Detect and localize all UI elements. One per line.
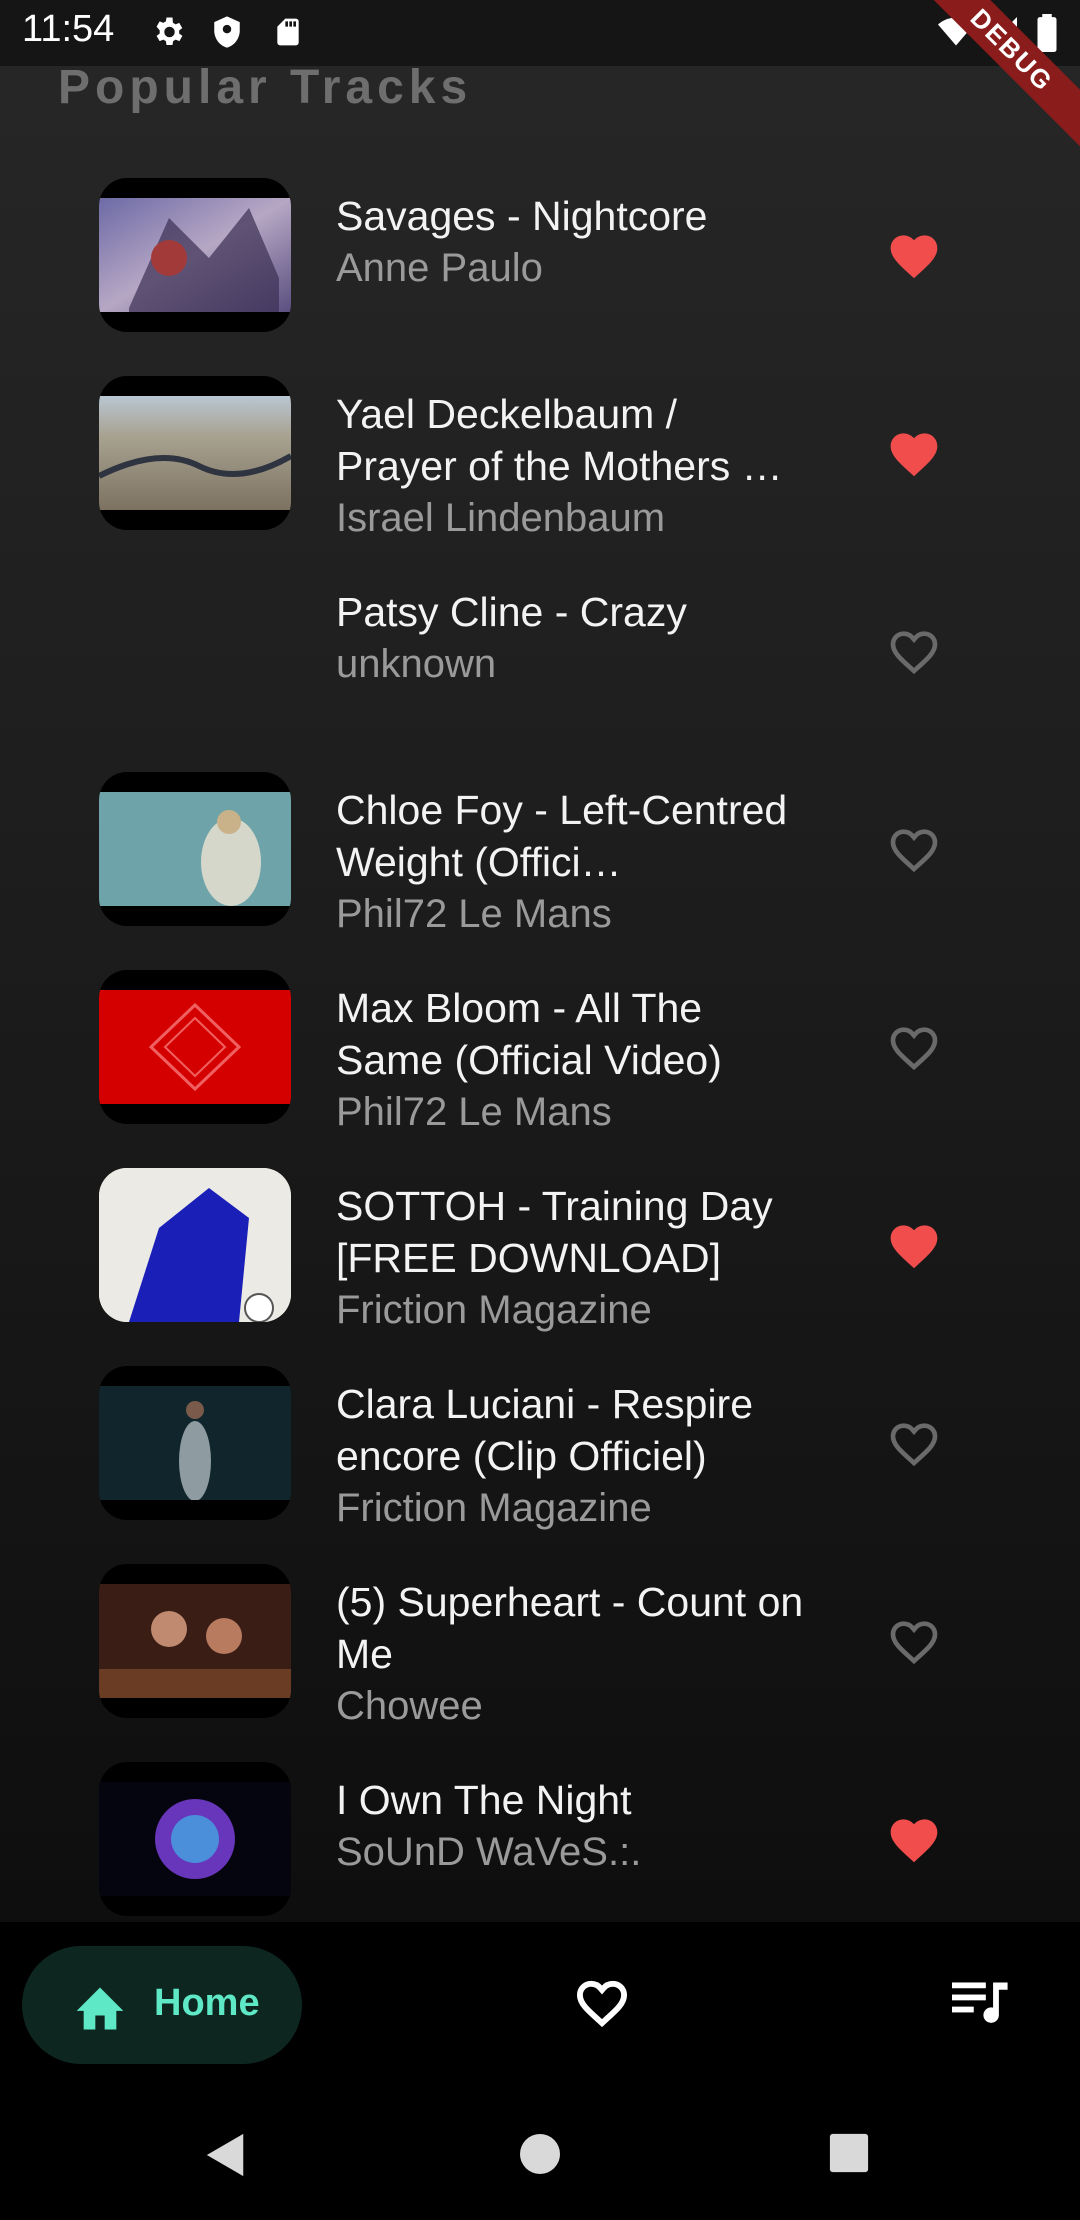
favorite-heart-outline-icon[interactable] — [886, 822, 942, 874]
recents-square-icon[interactable] — [828, 2132, 870, 2174]
home-icon — [76, 1987, 124, 2030]
favorite-heart-icon[interactable] — [886, 1218, 942, 1270]
track-thumbnail — [99, 574, 291, 728]
track-row[interactable]: I Own The Night SoUnD WaVeS.:. — [0, 1752, 1080, 1950]
queue-music-icon[interactable] — [952, 1980, 1010, 2026]
track-thumbnail — [99, 1366, 291, 1520]
sd-card-icon — [277, 18, 299, 46]
track-artist: Israel Lindenbaum — [336, 496, 666, 540]
track-row[interactable]: SOTTOH - Training Day [FREE DOWNLOAD] Fr… — [0, 1158, 1080, 1356]
favorite-heart-outline-icon[interactable] — [886, 1020, 942, 1072]
track-row[interactable]: Clara Luciani - Respire encore (Clip Off… — [0, 1356, 1080, 1554]
album-art-image — [99, 792, 291, 906]
track-artist: Phil72 Le Mans — [336, 1090, 612, 1134]
track-title: Yael Deckelbaum / Prayer of the Mothers … — [336, 391, 783, 489]
nav-home-label: Home — [154, 1982, 260, 2024]
track-thumbnail — [99, 970, 291, 1124]
track-row[interactable]: Yael Deckelbaum / Prayer of the Mothers … — [0, 366, 1080, 564]
gear-icon — [156, 17, 183, 46]
album-art-image — [99, 396, 291, 510]
favorite-heart-outline-icon[interactable] — [886, 1416, 942, 1468]
track-row[interactable]: Max Bloom - All The Same (Official Video… — [0, 960, 1080, 1158]
track-title: Clara Luciani - Respire encore (Clip Off… — [336, 1381, 754, 1479]
track-thumbnail — [99, 178, 291, 332]
back-icon[interactable] — [204, 2132, 248, 2178]
bottom-nav-bar: Home — [0, 1922, 1080, 2078]
section-title: Popular Tracks — [58, 61, 473, 114]
album-art-image — [99, 198, 291, 312]
album-art-image — [99, 1584, 291, 1698]
album-art-image — [99, 1386, 291, 1500]
track-artist: Anne Paulo — [336, 246, 543, 290]
track-row[interactable]: Chloe Foy - Left-Centred Weight (Offici…… — [0, 762, 1080, 960]
track-title: SOTTOH - Training Day [FREE DOWNLOAD] — [336, 1183, 773, 1281]
track-list[interactable]: Savages - Nightcore Anne Paulo Yael Deck… — [0, 168, 1080, 1950]
favorites-heart-icon[interactable] — [572, 1974, 632, 2028]
track-row[interactable]: (5) Superheart - Count on Me Chowee — [0, 1554, 1080, 1752]
track-artist: SoUnD WaVeS.:. — [336, 1830, 642, 1874]
track-title: Chloe Foy - Left-Centred Weight (Offici… — [336, 787, 788, 885]
track-thumbnail — [99, 772, 291, 926]
home-circle-icon[interactable] — [518, 2132, 562, 2176]
track-artist: Friction Magazine — [336, 1288, 652, 1332]
status-bar: 11:54 DEBUG — [0, 0, 1080, 157]
track-thumbnail — [99, 376, 291, 530]
status-time: 11:54 — [22, 8, 115, 50]
nav-home-button[interactable]: Home — [22, 1946, 302, 2064]
track-artist: Chowee — [336, 1684, 483, 1728]
track-artist: Phil72 Le Mans — [336, 892, 612, 936]
favorite-heart-icon[interactable] — [886, 426, 942, 478]
album-art-image — [99, 1782, 291, 1896]
favorite-heart-icon[interactable] — [886, 1812, 942, 1864]
favorite-heart-outline-icon[interactable] — [886, 1614, 942, 1666]
system-nav-bar — [0, 2078, 1080, 2220]
shield-icon — [214, 16, 240, 48]
track-row[interactable]: Patsy Cline - Crazy unknown — [0, 564, 1080, 762]
track-row[interactable]: Savages - Nightcore Anne Paulo — [0, 168, 1080, 366]
album-art-image — [99, 1168, 291, 1322]
album-art-image — [99, 990, 291, 1104]
track-thumbnail — [99, 1762, 291, 1916]
track-title: (5) Superheart - Count on Me — [336, 1579, 804, 1677]
favorite-heart-icon[interactable] — [886, 228, 942, 280]
track-artist: Friction Magazine — [336, 1486, 652, 1530]
favorite-heart-outline-icon[interactable] — [886, 624, 942, 676]
track-title: I Own The Night — [336, 1777, 632, 1823]
battery-icon — [1037, 14, 1057, 52]
track-thumbnail — [99, 1168, 291, 1322]
track-thumbnail — [99, 1564, 291, 1718]
track-artist: unknown — [336, 642, 497, 686]
track-title: Patsy Cline - Crazy — [336, 589, 687, 635]
track-title: Max Bloom - All The Same (Official Video… — [336, 985, 722, 1083]
track-title: Savages - Nightcore — [336, 193, 708, 239]
